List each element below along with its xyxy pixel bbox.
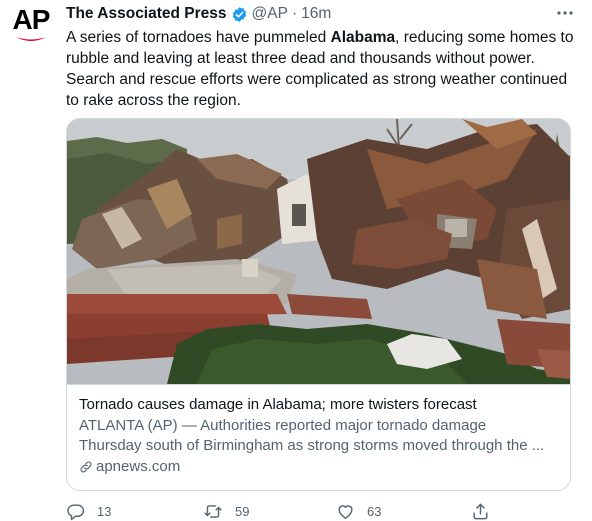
share-button[interactable] [471, 502, 502, 521]
card-title[interactable]: Tornado causes damage in Alabama; more t… [79, 395, 560, 415]
tweet-actions: 13 59 63 [66, 502, 496, 521]
author-name[interactable]: The Associated Press [66, 5, 227, 23]
ap-logo-text: AP [12, 4, 51, 35]
card-link-domain[interactable]: apnews.com [96, 457, 180, 477]
tweet-text-part: A series of tornadoes have pummeled [66, 29, 331, 46]
author-handle[interactable]: @AP [252, 5, 288, 23]
heart-icon [338, 505, 353, 519]
more-icon[interactable] [556, 4, 574, 20]
verified-badge-icon [231, 6, 248, 23]
like-button[interactable]: 63 [336, 502, 381, 521]
reply-icon [67, 504, 85, 521]
tweet-text: A series of tornadoes have pummeled Alab… [66, 27, 576, 111]
tweet[interactable]: AP The Associated Press @AP · 16m A seri… [0, 0, 592, 521]
retweet-button[interactable]: 59 [203, 502, 249, 521]
retweet-icon [204, 505, 222, 518]
card-image[interactable] [67, 119, 571, 384]
card-description: ATLANTA (AP) — Authorities reported majo… [79, 416, 560, 456]
card-body[interactable]: Tornado causes damage in Alabama; more t… [67, 384, 570, 490]
ap-logo-swoosh [16, 37, 46, 41]
link-card[interactable]: Tornado causes damage in Alabama; more t… [66, 118, 571, 491]
reply-button[interactable]: 13 [66, 502, 111, 521]
like-count: 63 [367, 504, 382, 519]
separator-dot: · [291, 5, 298, 22]
link-icon [79, 460, 93, 474]
tweet-header: The Associated Press @AP · 16m [66, 4, 331, 24]
card-description-line: ATLANTA (AP) — Authorities reported majo… [79, 417, 487, 434]
card-description-line: Thursday south of Birmingham as strong s… [79, 437, 545, 454]
tweet-text-bold: Alabama [330, 29, 396, 46]
tweet-timestamp[interactable]: 16m [301, 5, 331, 23]
retweet-count: 59 [235, 504, 250, 519]
reply-count: 13 [97, 504, 112, 519]
share-icon [473, 503, 488, 520]
avatar[interactable]: AP [8, 6, 54, 52]
card-link[interactable]: apnews.com [79, 457, 560, 477]
